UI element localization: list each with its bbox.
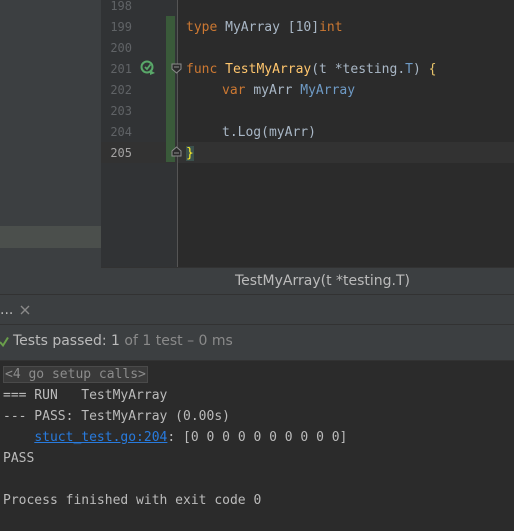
keyword: var [222,83,246,98]
variable-type: MyArray [300,83,356,98]
run-test-icon[interactable] [140,60,156,76]
run-tool-tab-strip: ... [0,294,514,325]
console-line: PASS [3,451,35,466]
base-type: int [319,20,343,35]
type-name: MyArray [225,20,280,35]
param-type: T [405,62,413,77]
project-panel[interactable] [0,0,101,294]
console-line: --- PASS: TestMyArray (0.00s) [3,409,230,424]
test-status-text: Tests passed: 1 of 1 test – 0 ms [13,325,233,360]
param-close: ) [412,62,421,77]
project-selected-row[interactable] [0,226,101,248]
code-line-type-decl: type MyArray [10]int [186,17,343,38]
test-status-bar: Tests passed: 1 of 1 test – 0 ms [0,325,514,361]
console-line: Process finished with exit code 0 [3,493,262,508]
line-number: 201 [110,62,132,76]
collapsed-setup-calls[interactable]: <4 go setup calls> [3,366,148,383]
param-list: (t *testing. [311,62,406,77]
check-icon [0,336,9,348]
line-number: 199 [110,20,132,34]
console-line: <4 go setup calls> [3,364,148,385]
total-count: 1 test [142,333,183,349]
test-duration: – 0 ms [182,333,233,349]
breadcrumb-bar: TestMyArray(t *testing.T) [101,267,514,294]
log-indent [3,430,34,445]
current-line-highlight [101,142,514,163]
line-number: 202 [110,83,132,97]
status-prefix: Tests passed: [13,333,112,349]
line-number: 205 [110,146,132,160]
breadcrumb[interactable]: TestMyArray(t *testing.T) [101,268,514,295]
variable-name: myArr [253,83,293,98]
fold-close-icon[interactable] [171,146,182,157]
line-number: 204 [110,125,132,139]
keyword: type [186,20,218,35]
array-size: [10] [287,20,320,35]
vcs-change-marker[interactable] [166,16,175,162]
close-icon[interactable] [18,303,32,317]
code-line-func-decl: func TestMyArray(t *testing.T) { [186,59,436,80]
open-brace: { [428,62,437,77]
status-of: of [119,333,143,349]
source-link[interactable]: stuct_test.go:204 [34,430,167,445]
close-brace: } [186,146,194,161]
line-number: 203 [110,104,132,118]
keyword: func [186,62,218,77]
gutter-divider [177,0,178,267]
ide-window: 198 199 200 201 202 203 204 205 type MyA… [0,0,514,531]
console-output[interactable]: <4 go setup calls> === RUN TestMyArray -… [0,361,514,531]
log-output: : [0 0 0 0 0 0 0 0 0 0] [167,430,348,445]
line-number: 200 [110,41,132,55]
console-line: stuct_test.go:204: [0 0 0 0 0 0 0 0 0 0] [3,427,347,448]
run-tab-label[interactable]: ... [0,295,13,325]
fold-open-icon[interactable] [171,63,182,74]
console-line: === RUN TestMyArray [3,388,168,403]
passed-count: 1 [111,333,120,349]
function-name: TestMyArray [225,62,312,77]
code-line-close-brace: } [186,143,194,164]
code-line-var-decl: var myArr MyArray [222,80,355,101]
code-line-log-call: t.Log(myArr) [222,125,316,140]
line-number: 198 [110,0,132,13]
